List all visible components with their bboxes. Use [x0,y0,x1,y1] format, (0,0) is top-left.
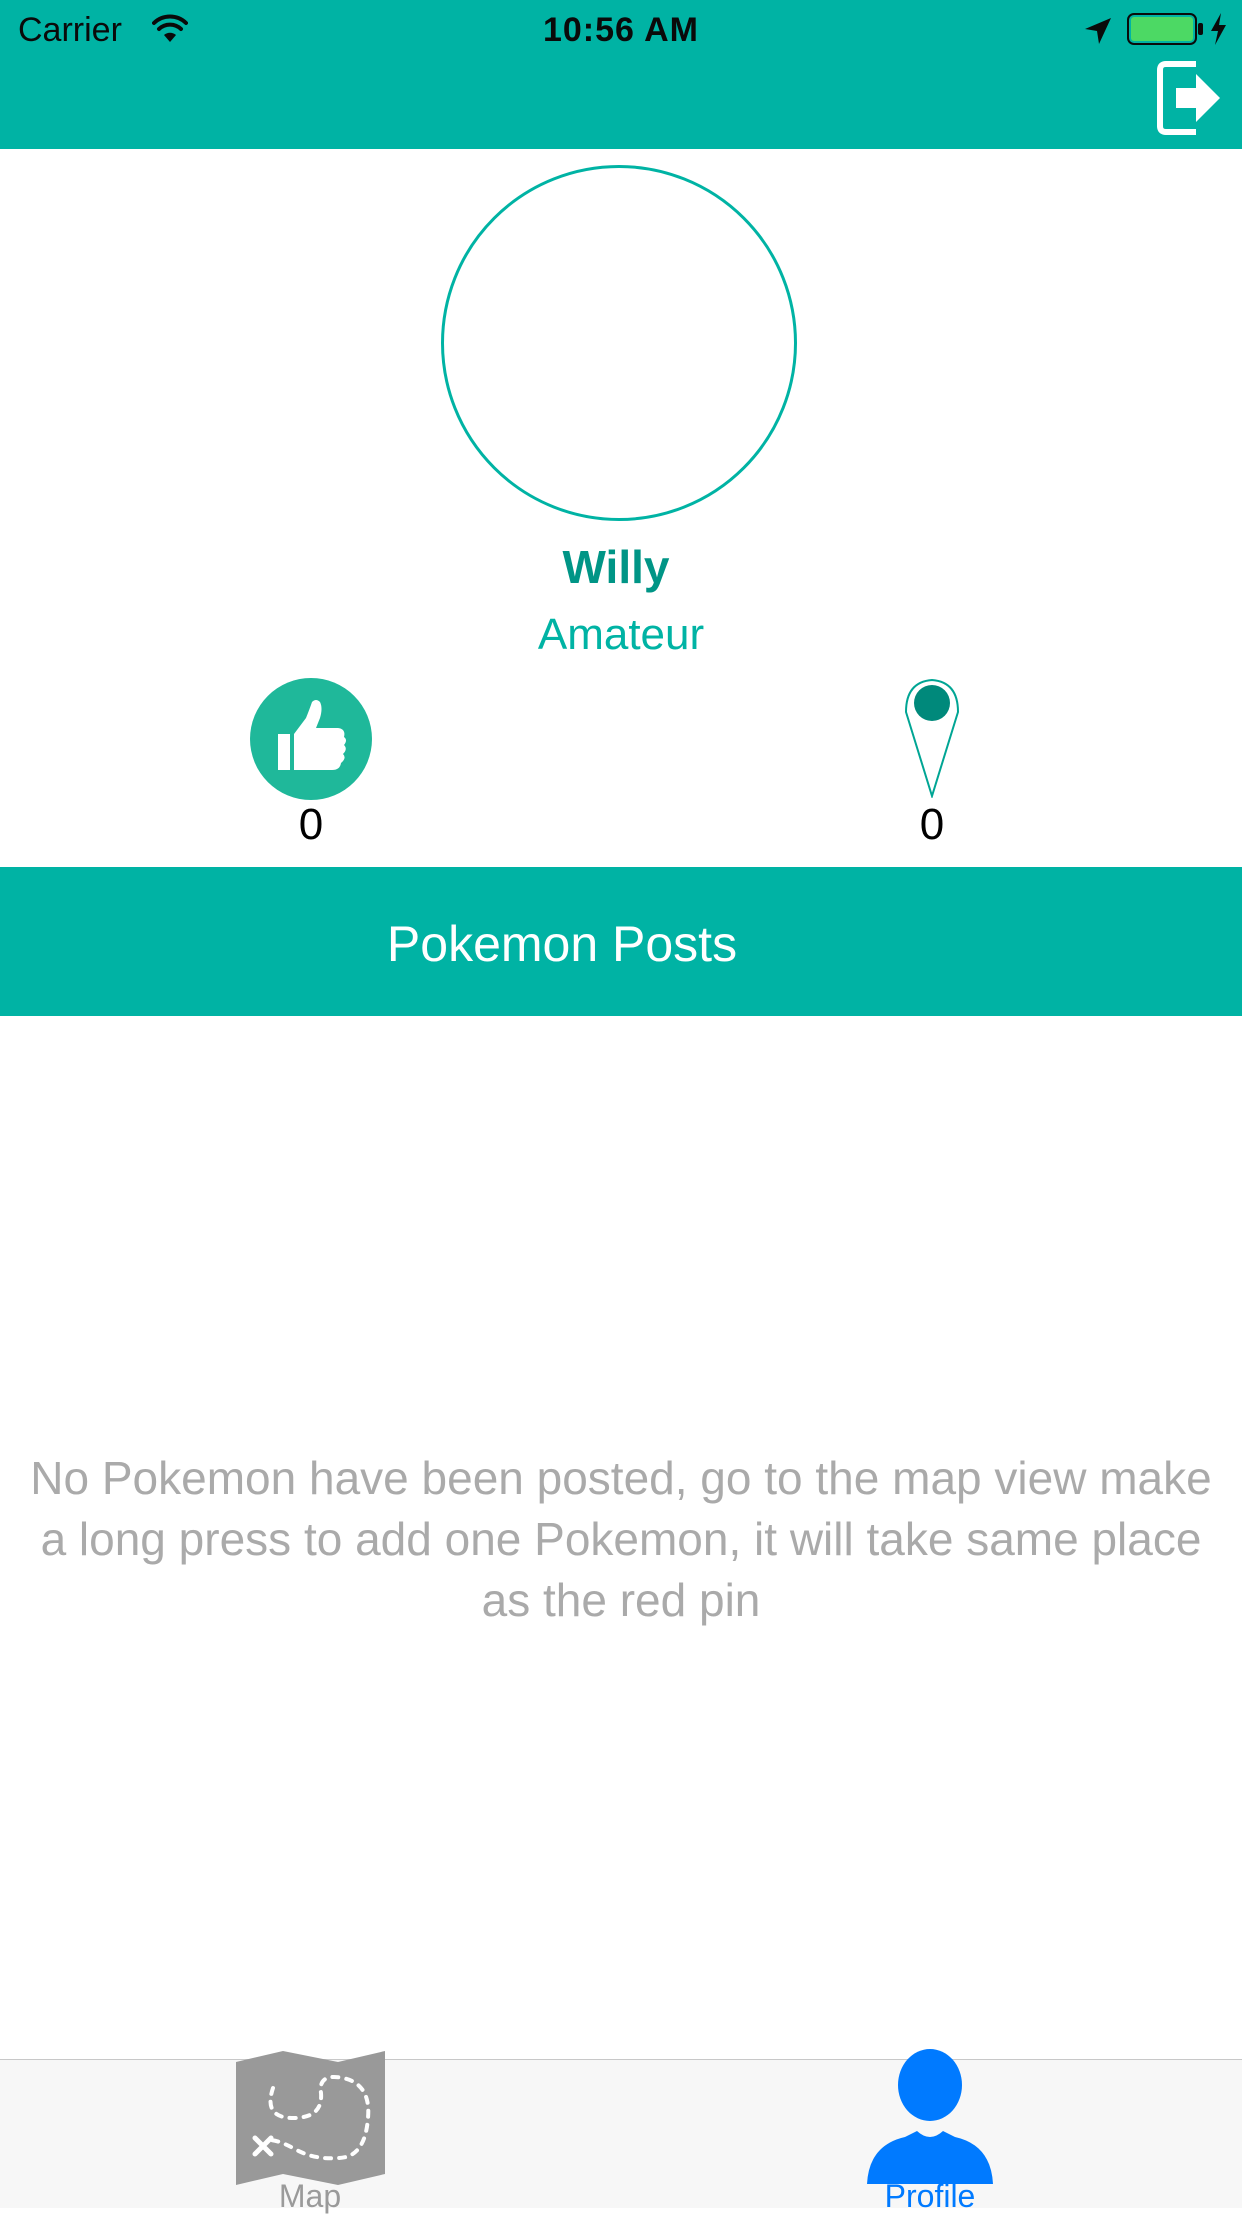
thumbs-up-icon [250,678,372,800]
location-arrow-icon [1085,18,1111,44]
tab-map[interactable] [233,2048,388,2188]
user-name: Willy [562,541,670,593]
likes-stat [250,678,372,800]
map-pin-icon [904,678,960,800]
tab-map-label[interactable]: Map [160,2178,460,2214]
pins-stat [902,678,962,800]
status-time: 10:56 AM [542,11,700,49]
likes-count: 0 [298,800,324,849]
person-icon [867,2049,993,2184]
pins-count: 0 [919,800,945,849]
charging-bolt-icon [1211,13,1226,45]
tab-profile-label[interactable]: Profile [780,2178,1080,2214]
tab-profile[interactable] [867,2049,993,2184]
empty-state-message: No Pokemon have been posted, go to the m… [30,1452,1212,1626]
treasure-map-icon [236,2051,385,2185]
avatar[interactable] [441,165,797,521]
logout-button[interactable] [1156,60,1224,136]
logout-arrow-icon [1157,61,1220,135]
posts-section-title: Pokemon Posts [386,916,738,972]
battery-icon [1127,13,1203,45]
user-rank: Amateur [537,610,705,659]
